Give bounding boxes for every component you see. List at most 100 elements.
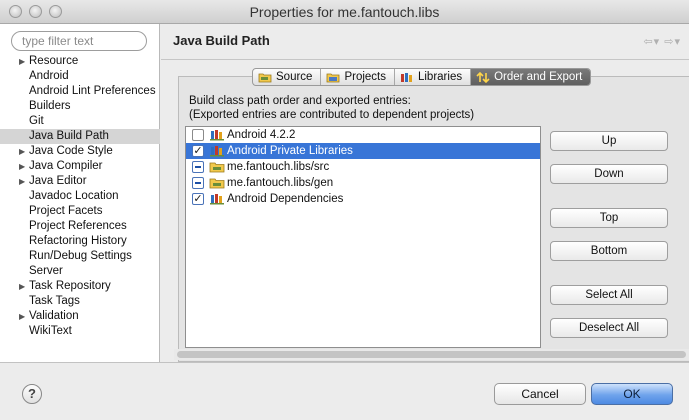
expand-arrow-icon[interactable]: ▶ bbox=[19, 54, 25, 69]
sidebar-item-label: Resource bbox=[29, 55, 79, 67]
cancel-button[interactable]: Cancel bbox=[494, 383, 586, 405]
sidebar-item-label: Javadoc Location bbox=[29, 190, 119, 202]
source-folder-icon bbox=[209, 162, 225, 173]
sidebar-item-java-build-path[interactable]: Java Build Path bbox=[0, 129, 160, 144]
forward-menu-chevron-icon[interactable]: ▾ bbox=[674, 36, 681, 48]
export-checkbox[interactable]: ✓ bbox=[192, 145, 204, 157]
tab-label: Source bbox=[276, 71, 313, 83]
sidebar-item-label: Git bbox=[29, 115, 44, 127]
help-icon[interactable]: ? bbox=[22, 384, 42, 404]
export-checkbox[interactable] bbox=[192, 161, 204, 173]
sidebar-item-run-debug-settings[interactable]: Run/Debug Settings bbox=[0, 249, 160, 264]
sidebar-item-android[interactable]: Android bbox=[0, 69, 160, 84]
bottom-button[interactable]: Bottom bbox=[550, 241, 668, 261]
sidebar-item-java-editor[interactable]: ▶ Java Editor bbox=[0, 174, 160, 189]
sidebar-item-java-compiler[interactable]: ▶ Java Compiler bbox=[0, 159, 160, 174]
page-title: Java Build Path bbox=[173, 33, 270, 48]
list-item[interactable]: me.fantouch.libs/gen bbox=[186, 175, 540, 191]
library-icon bbox=[210, 146, 224, 157]
window-title: Properties for me.fantouch.libs bbox=[249, 4, 440, 20]
sidebar-item-server[interactable]: Server bbox=[0, 264, 160, 279]
page-header: Java Build Path ⇦▾ ⇨▾ bbox=[161, 24, 689, 60]
sidebar-item-label: Java Code Style bbox=[29, 145, 113, 157]
tab-source[interactable]: Source bbox=[253, 69, 322, 85]
expand-arrow-icon[interactable]: ▶ bbox=[19, 174, 25, 189]
list-item[interactable]: Android 4.2.2 bbox=[186, 127, 540, 143]
top-button[interactable]: Top bbox=[550, 208, 668, 228]
list-item[interactable]: ✓ Android Private Libraries bbox=[186, 143, 540, 159]
back-menu-chevron-icon[interactable]: ▾ bbox=[654, 36, 661, 48]
order-export-icon bbox=[476, 71, 490, 83]
up-button[interactable]: Up bbox=[550, 131, 668, 151]
sidebar-item-label: Android bbox=[29, 70, 69, 82]
scrollbar-thumb[interactable] bbox=[177, 351, 686, 358]
expand-arrow-icon[interactable]: ▶ bbox=[19, 144, 25, 159]
export-checkbox[interactable]: ✓ bbox=[192, 193, 204, 205]
tab-order-and-export[interactable]: Order and Export bbox=[471, 69, 591, 85]
expand-arrow-icon[interactable]: ▶ bbox=[19, 279, 25, 294]
export-checkbox[interactable] bbox=[192, 129, 204, 141]
sidebar-item-label: Java Editor bbox=[29, 175, 87, 187]
sidebar-item-builders[interactable]: Builders bbox=[0, 99, 160, 114]
export-note: (Exported entries are contributed to dep… bbox=[189, 109, 475, 121]
sidebar-item-java-code-style[interactable]: ▶ Java Code Style bbox=[0, 144, 160, 159]
sidebar-item-label: Java Build Path bbox=[29, 130, 109, 142]
entry-label: Android Dependencies bbox=[227, 193, 344, 205]
libraries-icon bbox=[400, 72, 412, 82]
sidebar-item-label: Task Tags bbox=[29, 295, 80, 307]
build-path-order-list[interactable]: Android 4.2.2 ✓ Android Private Librarie… bbox=[185, 126, 541, 348]
list-item[interactable]: me.fantouch.libs/src bbox=[186, 159, 540, 175]
entry-label: me.fantouch.libs/src bbox=[227, 161, 330, 173]
forward-arrow-icon[interactable]: ⇨ bbox=[664, 36, 674, 48]
horizontal-scrollbar[interactable] bbox=[174, 349, 689, 360]
sidebar-item-label: Run/Debug Settings bbox=[29, 250, 132, 262]
sidebar-item-label: Project Facets bbox=[29, 205, 103, 217]
sidebar-item-label: Refactoring History bbox=[29, 235, 127, 247]
tab-libraries[interactable]: Libraries bbox=[395, 69, 472, 85]
sidebar-item-javadoc-location[interactable]: Javadoc Location bbox=[0, 189, 160, 204]
history-navigation: ⇦▾ ⇨▾ bbox=[643, 35, 681, 48]
deselect-all-button[interactable]: Deselect All bbox=[550, 318, 668, 338]
sidebar-item-project-facets[interactable]: Project Facets bbox=[0, 204, 160, 219]
filter-input[interactable] bbox=[11, 31, 147, 51]
entry-label: me.fantouch.libs/gen bbox=[227, 177, 334, 189]
projects-folder-icon bbox=[327, 73, 340, 82]
export-checkbox[interactable] bbox=[192, 177, 204, 189]
library-icon bbox=[210, 130, 224, 141]
expand-arrow-icon[interactable]: ▶ bbox=[19, 309, 25, 324]
order-description: Build class path order and exported entr… bbox=[189, 95, 411, 107]
sidebar-item-task-repository[interactable]: ▶ Task Repository bbox=[0, 279, 160, 294]
sidebar-item-wikitext[interactable]: WikiText bbox=[0, 324, 160, 339]
tab-label: Order and Export bbox=[494, 71, 583, 83]
ok-button[interactable]: OK bbox=[591, 383, 673, 405]
tab-label: Libraries bbox=[417, 71, 463, 83]
tab-projects[interactable]: Projects bbox=[321, 69, 395, 85]
sidebar-item-android-lint[interactable]: Android Lint Preferences bbox=[0, 84, 160, 99]
source-folder-icon bbox=[209, 178, 225, 189]
sidebar-item-validation[interactable]: ▶ Validation bbox=[0, 309, 160, 324]
sidebar-item-label: Java Compiler bbox=[29, 160, 103, 172]
sidebar-item-label: Server bbox=[29, 265, 63, 277]
back-arrow-icon[interactable]: ⇦ bbox=[643, 36, 653, 48]
entry-label: Android 4.2.2 bbox=[227, 129, 296, 141]
entry-label: Android Private Libraries bbox=[227, 145, 353, 157]
source-folder-icon bbox=[258, 73, 272, 82]
sidebar-item-label: Project References bbox=[29, 220, 127, 232]
sidebar-item-task-tags[interactable]: Task Tags bbox=[0, 294, 160, 309]
sidebar-item-resource[interactable]: ▶ Resource bbox=[0, 54, 160, 69]
sidebar: ▶ Resource Android Android Lint Preferenc… bbox=[0, 24, 160, 362]
sidebar-item-label: Android Lint Preferences bbox=[29, 85, 156, 97]
tab-label: Projects bbox=[344, 71, 386, 83]
sidebar-item-label: Validation bbox=[29, 310, 79, 322]
sidebar-item-refactoring-history[interactable]: Refactoring History bbox=[0, 234, 160, 249]
select-all-button[interactable]: Select All bbox=[550, 285, 668, 305]
property-tree: ▶ Resource Android Android Lint Preferenc… bbox=[0, 54, 160, 339]
build-path-tabs: Source Projects Libraries Order and Expo… bbox=[252, 68, 592, 86]
down-button[interactable]: Down bbox=[550, 164, 668, 184]
title-bar: Properties for me.fantouch.libs bbox=[0, 0, 689, 24]
sidebar-item-project-references[interactable]: Project References bbox=[0, 219, 160, 234]
list-item[interactable]: ✓ Android Dependencies bbox=[186, 191, 540, 207]
expand-arrow-icon[interactable]: ▶ bbox=[19, 159, 25, 174]
sidebar-item-git[interactable]: Git bbox=[0, 114, 160, 129]
library-icon bbox=[210, 194, 224, 205]
